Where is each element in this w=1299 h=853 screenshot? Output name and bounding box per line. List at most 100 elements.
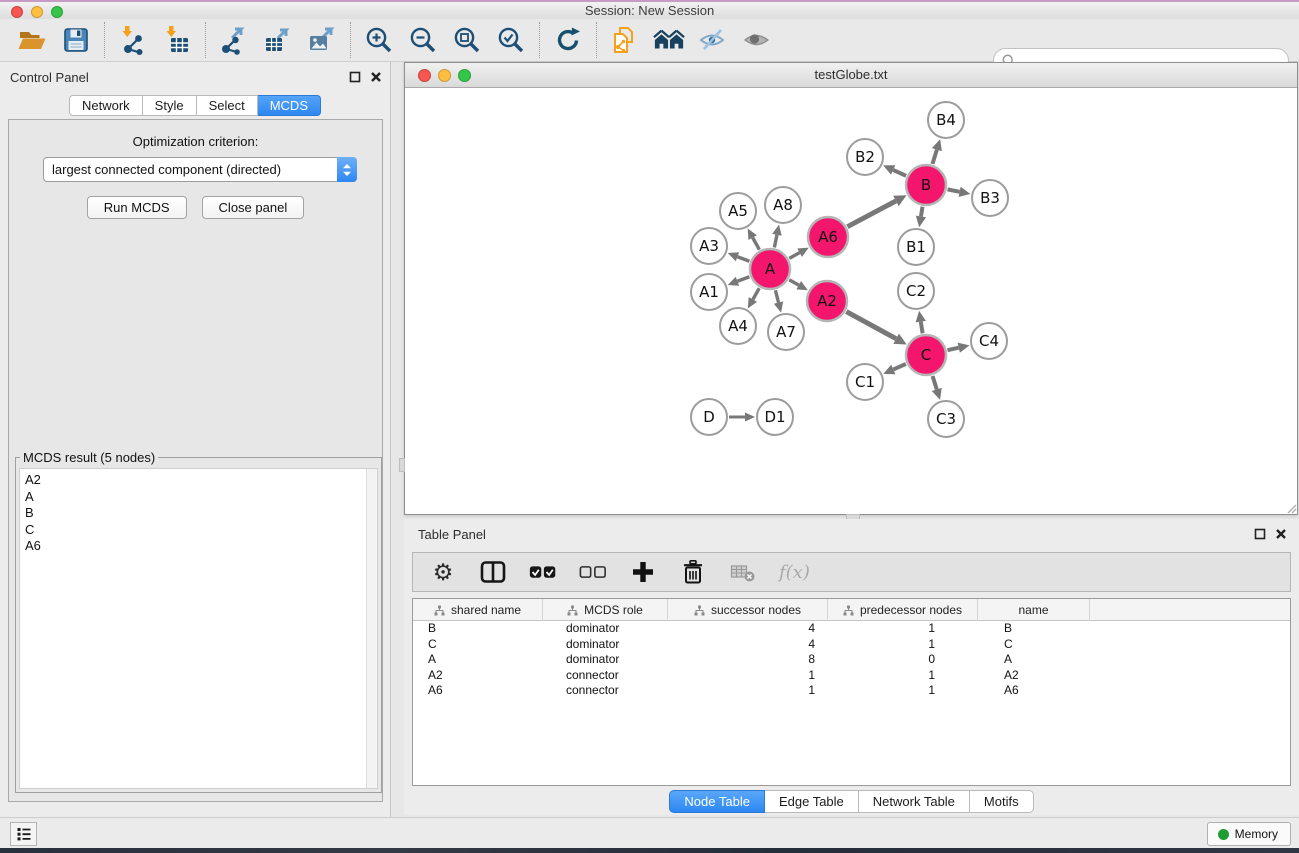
mcds-result-list[interactable]: A2 A B C A6 bbox=[19, 468, 378, 789]
column-header-predecessor-nodes[interactable]: predecessor nodes bbox=[828, 599, 978, 621]
open-session-button[interactable] bbox=[16, 24, 48, 56]
edge-A-A7[interactable] bbox=[775, 290, 778, 302]
optimization-criterion-select[interactable]: largest connected component (directed) bbox=[43, 157, 357, 182]
delete-table-button[interactable] bbox=[729, 558, 757, 586]
vertical-scroll-thumb[interactable] bbox=[399, 458, 405, 472]
cell-name[interactable]: A bbox=[978, 652, 1090, 668]
combo-stepper[interactable] bbox=[337, 157, 357, 182]
close-panel-icon[interactable] bbox=[370, 71, 382, 83]
close-panel-button[interactable]: Close panel bbox=[202, 196, 305, 219]
cell-mcds-role[interactable]: dominator bbox=[543, 652, 668, 668]
cell-name[interactable]: B bbox=[978, 621, 1090, 637]
tab-style[interactable]: Style bbox=[143, 95, 197, 116]
edge-A-A2[interactable] bbox=[789, 280, 799, 285]
zoom-window-button[interactable] bbox=[51, 6, 63, 18]
export-network-button[interactable] bbox=[218, 24, 250, 56]
window-resize-grip[interactable] bbox=[1285, 502, 1297, 514]
run-mcds-button[interactable]: Run MCDS bbox=[87, 196, 187, 219]
network-minimize-button[interactable] bbox=[438, 69, 451, 82]
cell-successor-nodes[interactable]: 1 bbox=[668, 668, 828, 684]
function-builder-button[interactable]: f(x) bbox=[779, 558, 810, 586]
node-C3[interactable]: C3 bbox=[928, 401, 964, 437]
zoom-out-button[interactable] bbox=[407, 24, 439, 56]
create-column-button[interactable] bbox=[629, 558, 657, 586]
table-row[interactable]: B dominator 4 1 B bbox=[413, 621, 1290, 637]
edge-B-B4[interactable] bbox=[932, 150, 936, 164]
edge-C-C1[interactable] bbox=[893, 364, 906, 370]
network-window-titlebar[interactable]: testGlobe.txt bbox=[405, 63, 1297, 88]
tab-motifs[interactable]: Motifs bbox=[970, 790, 1034, 813]
cell-predecessor-nodes[interactable]: 1 bbox=[828, 683, 978, 699]
show-graphics-details-button[interactable] bbox=[741, 24, 773, 56]
network-view-window[interactable]: testGlobe.txt B4B2BB3A8A5A6B1A3AC2A1A2A4… bbox=[404, 62, 1298, 515]
cell-shared-name[interactable]: A bbox=[413, 652, 543, 668]
hide-graphics-details-button[interactable] bbox=[697, 24, 729, 56]
show-column-button[interactable] bbox=[479, 558, 507, 586]
cell-name[interactable]: A2 bbox=[978, 668, 1090, 684]
column-header-successor-nodes[interactable]: successor nodes bbox=[668, 599, 828, 621]
zoom-selected-button[interactable] bbox=[495, 24, 527, 56]
cell-successor-nodes[interactable]: 4 bbox=[668, 637, 828, 653]
cell-shared-name[interactable]: B bbox=[413, 621, 543, 637]
network-canvas[interactable]: B4B2BB3A8A5A6B1A3AC2A1A2A4A7C4CC1C3DD1 bbox=[405, 88, 1297, 514]
memory-button[interactable]: Memory bbox=[1207, 822, 1291, 846]
edge-C-C3[interactable] bbox=[933, 376, 937, 389]
table-row[interactable]: C dominator 4 1 C bbox=[413, 637, 1290, 653]
node-A1[interactable]: A1 bbox=[691, 274, 727, 310]
apply-preferred-layout-button[interactable] bbox=[552, 24, 584, 56]
edge-C-C4[interactable] bbox=[947, 348, 958, 351]
zoom-in-button[interactable] bbox=[363, 24, 395, 56]
node-D[interactable]: D bbox=[691, 399, 727, 435]
edge-A2-C[interactable] bbox=[846, 312, 896, 339]
mcds-result-item[interactable]: C bbox=[25, 522, 377, 539]
node-B2[interactable]: B2 bbox=[847, 139, 883, 175]
cell-name[interactable]: C bbox=[978, 637, 1090, 653]
close-panel-icon[interactable] bbox=[1275, 528, 1287, 540]
column-header-mcds-role[interactable]: MCDS role bbox=[543, 599, 668, 621]
node-A7[interactable]: A7 bbox=[768, 314, 804, 350]
compare-networks-button[interactable] bbox=[609, 24, 641, 56]
cell-successor-nodes[interactable]: 8 bbox=[668, 652, 828, 668]
node-A8[interactable]: A8 bbox=[765, 187, 801, 223]
node-B[interactable]: B bbox=[906, 165, 946, 205]
mcds-result-item[interactable]: A2 bbox=[25, 472, 377, 489]
node-C[interactable]: C bbox=[906, 335, 946, 375]
node-D1[interactable]: D1 bbox=[757, 399, 793, 435]
table-row[interactable]: A dominator 8 0 A bbox=[413, 652, 1290, 668]
close-window-button[interactable] bbox=[11, 6, 23, 18]
export-image-button[interactable] bbox=[306, 24, 338, 56]
edge-A-A8[interactable] bbox=[774, 235, 777, 248]
node-A5[interactable]: A5 bbox=[720, 193, 756, 229]
edge-A-A6[interactable] bbox=[789, 253, 799, 259]
node-B4[interactable]: B4 bbox=[928, 102, 964, 138]
select-all-columns-button[interactable] bbox=[529, 558, 557, 586]
cell-shared-name[interactable]: C bbox=[413, 637, 543, 653]
cell-mcds-role[interactable]: connector bbox=[543, 668, 668, 684]
cell-predecessor-nodes[interactable]: 1 bbox=[828, 668, 978, 684]
table-row[interactable]: A6 connector 1 1 A6 bbox=[413, 683, 1290, 699]
column-header-shared-name[interactable]: shared name bbox=[413, 599, 543, 621]
edge-B-B2[interactable] bbox=[893, 170, 906, 176]
deselect-all-columns-button[interactable] bbox=[579, 558, 607, 586]
node-C4[interactable]: C4 bbox=[971, 323, 1007, 359]
node-A[interactable]: A bbox=[750, 249, 790, 289]
import-network-button[interactable] bbox=[117, 24, 149, 56]
cell-mcds-role[interactable]: dominator bbox=[543, 621, 668, 637]
table-row[interactable]: A2 connector 1 1 A2 bbox=[413, 668, 1290, 684]
show-task-history-button[interactable] bbox=[10, 822, 37, 846]
import-table-button[interactable] bbox=[161, 24, 193, 56]
result-list-scrollbar[interactable] bbox=[366, 469, 377, 788]
cell-successor-nodes[interactable]: 4 bbox=[668, 621, 828, 637]
tab-mcds[interactable]: MCDS bbox=[258, 95, 321, 116]
tab-network-table[interactable]: Network Table bbox=[859, 790, 970, 813]
float-panel-icon[interactable] bbox=[1254, 528, 1266, 540]
delete-column-button[interactable] bbox=[679, 558, 707, 586]
node-A4[interactable]: A4 bbox=[720, 308, 756, 344]
edge-A-A5[interactable] bbox=[753, 238, 760, 250]
edge-A6-B[interactable] bbox=[847, 201, 896, 227]
tab-node-table[interactable]: Node Table bbox=[669, 790, 765, 813]
edge-A-A3[interactable] bbox=[737, 257, 749, 262]
ndex-home-button[interactable] bbox=[653, 24, 685, 56]
edge-A-A1[interactable] bbox=[737, 277, 749, 282]
edge-A-A4[interactable] bbox=[753, 288, 759, 299]
